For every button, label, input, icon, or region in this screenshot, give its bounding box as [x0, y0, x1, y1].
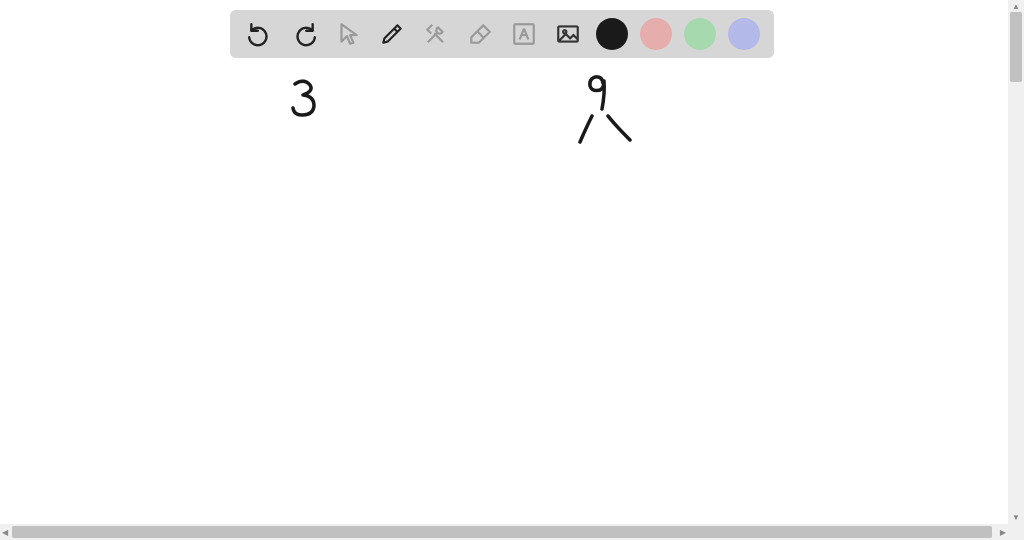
scroll-down-arrow-icon[interactable]: ▼	[1012, 513, 1020, 522]
eraser-tool-button[interactable]	[464, 18, 496, 50]
image-icon	[555, 21, 581, 47]
vertical-scrollbar[interactable]: ▲ ▼	[1008, 0, 1024, 524]
text-icon	[511, 21, 537, 47]
tools-icon	[423, 21, 449, 47]
color-swatch-purple[interactable]	[728, 18, 760, 50]
handwriting-digit-3	[288, 78, 320, 118]
scroll-up-arrow-icon[interactable]: ▲	[1012, 2, 1020, 11]
color-swatch-pink[interactable]	[640, 18, 672, 50]
canvas[interactable]	[0, 0, 1008, 524]
pencil-icon	[379, 21, 405, 47]
scrollbar-corner	[1008, 524, 1024, 540]
scroll-right-arrow-icon[interactable]: ▶	[1000, 528, 1006, 537]
color-swatch-green[interactable]	[684, 18, 716, 50]
color-swatch-black[interactable]	[596, 18, 628, 50]
text-tool-button[interactable]	[508, 18, 540, 50]
handwriting-branches	[572, 112, 636, 148]
cursor-icon	[335, 21, 361, 47]
tools-button[interactable]	[420, 18, 452, 50]
undo-icon	[247, 21, 273, 47]
eraser-icon	[467, 21, 493, 47]
redo-icon	[291, 21, 317, 47]
pen-tool-button[interactable]	[376, 18, 408, 50]
undo-button[interactable]	[244, 18, 276, 50]
handwriting-digit-9	[586, 73, 612, 113]
select-tool-button[interactable]	[332, 18, 364, 50]
vertical-scrollbar-thumb[interactable]	[1010, 12, 1022, 82]
toolbar	[230, 10, 774, 58]
image-tool-button[interactable]	[552, 18, 584, 50]
redo-button[interactable]	[288, 18, 320, 50]
horizontal-scrollbar-thumb[interactable]	[12, 526, 992, 538]
scroll-left-arrow-icon[interactable]: ◀	[2, 528, 8, 537]
horizontal-scrollbar[interactable]: ◀ ▶	[0, 524, 1008, 540]
